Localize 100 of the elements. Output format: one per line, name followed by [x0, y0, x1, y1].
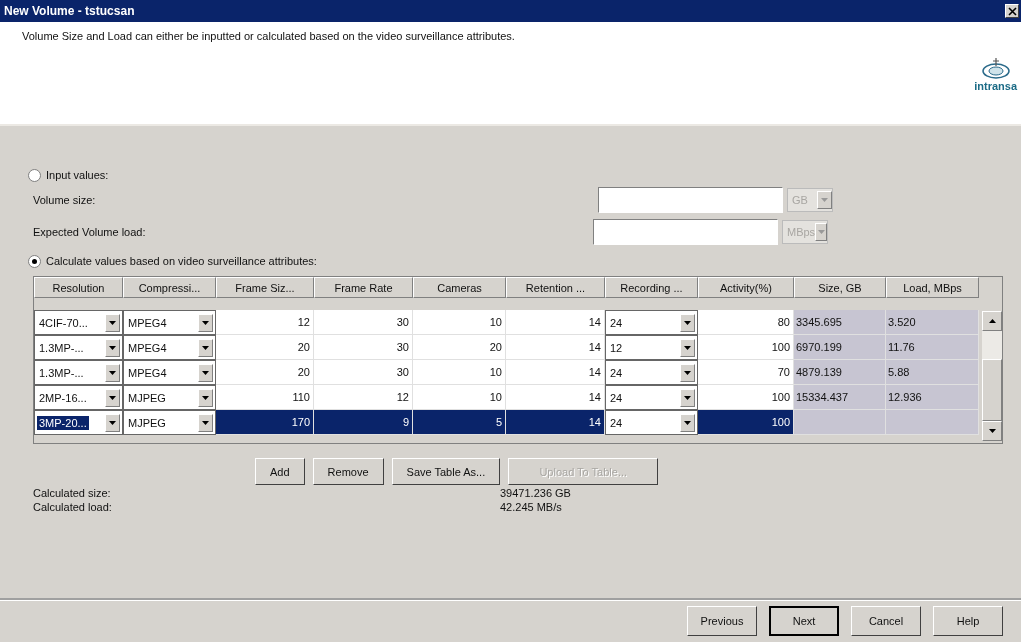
dropdown-arrow-icon — [202, 370, 209, 375]
dropdown-arrow-icon — [202, 345, 209, 350]
radio-button[interactable] — [28, 254, 41, 268]
cell-dropdown[interactable]: 1.3MP-... — [34, 360, 123, 385]
column-header[interactable]: Recording ... — [605, 277, 698, 298]
cell-dropdown[interactable]: MPEG4 — [123, 310, 216, 335]
scroll-thumb[interactable] — [982, 359, 1002, 421]
column-header[interactable]: Cameras — [413, 277, 506, 298]
field-label: Volume size: — [33, 194, 97, 206]
table-cell: 4879.139 — [794, 360, 886, 385]
radio-button[interactable] — [28, 168, 41, 182]
column-header[interactable]: Activity(%) — [698, 277, 794, 298]
input-field[interactable] — [598, 187, 783, 213]
dropdown-arrow-icon — [684, 395, 691, 400]
table-cell[interactable]: 14 — [506, 310, 605, 335]
cell-dropdown[interactable]: MPEG4 — [123, 360, 216, 385]
column-header[interactable]: Retention ... — [506, 277, 605, 298]
input-field[interactable] — [593, 219, 778, 245]
table-cell: 3345.695 — [794, 310, 886, 335]
table-cell[interactable]: 100 — [698, 385, 794, 410]
globe-logo-icon — [980, 56, 1011, 80]
column-header[interactable]: Frame Siz... — [216, 277, 314, 298]
dropdown-arrow-icon — [817, 230, 825, 234]
table-cell[interactable]: 12 — [314, 385, 413, 410]
cell-dropdown[interactable]: 24 — [605, 410, 698, 435]
cell-dropdown[interactable]: 4CIF-70... — [34, 310, 123, 335]
table-cell[interactable]: 100 — [698, 335, 794, 360]
nav-button[interactable]: Next — [769, 606, 839, 636]
column-header[interactable]: Load, MBps — [886, 277, 979, 298]
table-button[interactable]: Remove — [312, 458, 384, 485]
table-cell[interactable]: 14 — [506, 410, 605, 435]
table-cell[interactable]: 14 — [506, 335, 605, 360]
table-cell: 12.936 — [886, 385, 979, 410]
nav-button[interactable]: Help — [933, 606, 1003, 636]
dropdown-arrow-icon — [684, 370, 691, 375]
table-cell[interactable]: 80 — [698, 310, 794, 335]
table-cell: 3.520 — [886, 310, 979, 335]
column-header[interactable]: Compressi... — [123, 277, 216, 298]
dropdown-arrow-icon — [684, 345, 691, 350]
dropdown-arrow-icon — [109, 420, 116, 425]
column-header[interactable]: Frame Rate — [314, 277, 413, 298]
cell-dropdown[interactable]: 24 — [605, 310, 698, 335]
table-cell[interactable]: 20 — [413, 335, 506, 360]
table-cell[interactable]: 10 — [413, 310, 506, 335]
cell-dropdown[interactable]: MJPEG — [123, 385, 216, 410]
cell-dropdown[interactable]: MJPEG — [123, 410, 216, 435]
scroll-down-icon — [988, 429, 996, 433]
cell-dropdown[interactable]: 24 — [605, 385, 698, 410]
table-cell[interactable]: 20 — [216, 360, 314, 385]
radio-label: Calculate values based on video surveillance attributes: — [46, 255, 317, 267]
table-cell[interactable]: 10 — [413, 385, 506, 410]
cell-dropdown[interactable]: 12 — [605, 335, 698, 360]
scroll-up-icon — [988, 319, 996, 323]
dropdown-arrow-icon — [202, 320, 209, 325]
table-cell[interactable]: 70 — [698, 360, 794, 385]
table-cell: 11.76 — [886, 335, 979, 360]
table-cell[interactable]: 10 — [413, 360, 506, 385]
cell-dropdown[interactable]: 2MP-16... — [34, 385, 123, 410]
dropdown-arrow-icon — [821, 198, 828, 202]
cell-dropdown[interactable]: 1.3MP-... — [34, 335, 123, 360]
table-cell[interactable]: 110 — [216, 385, 314, 410]
close-icon — [1007, 6, 1017, 16]
table-button[interactable]: Add — [255, 458, 305, 485]
table-cell: 6970.199 — [794, 335, 886, 360]
logo-text: intransa — [974, 80, 1017, 92]
table-cell: 15334.437 — [794, 385, 886, 410]
cell-dropdown[interactable]: 3MP-20... — [34, 410, 123, 435]
nav-button[interactable]: Cancel — [851, 606, 921, 636]
table-cell: 5.88 — [886, 360, 979, 385]
field-label: Expected Volume load: — [33, 226, 147, 238]
radio-label: Input values: — [46, 169, 109, 181]
window-title: New Volume - tstucsan — [4, 4, 135, 18]
dropdown-arrow-icon — [109, 395, 116, 400]
table-cell[interactable]: 14 — [506, 360, 605, 385]
column-header[interactable]: Size, GB — [794, 277, 886, 298]
cell-dropdown[interactable]: MPEG4 — [123, 335, 216, 360]
table-cell[interactable]: 170 — [216, 410, 314, 435]
dropdown-arrow-icon — [202, 420, 209, 425]
dropdown-arrow-icon — [202, 395, 209, 400]
table-cell[interactable]: 12 — [216, 310, 314, 335]
nav-button[interactable]: Previous — [687, 606, 757, 636]
table-cell[interactable]: 14 — [506, 385, 605, 410]
dropdown-arrow-icon — [109, 345, 116, 350]
table-cell[interactable]: 30 — [314, 360, 413, 385]
table-button[interactable]: Save Table As... — [391, 458, 501, 485]
table-cell[interactable]: 100 — [698, 410, 794, 435]
table-cell[interactable]: 30 — [314, 335, 413, 360]
summary-value: 42.245 MB/s — [500, 501, 562, 513]
column-header[interactable]: Resolution — [34, 277, 123, 298]
dropdown-arrow-icon — [109, 320, 116, 325]
summary-label: Calculated size: — [33, 487, 112, 499]
close-button[interactable] — [1005, 4, 1019, 18]
cell-dropdown[interactable]: 24 — [605, 360, 698, 385]
description-text: Volume Size and Load can either be inputted or calculated based on the video surveillance attributes. — [22, 30, 515, 44]
table-cell[interactable]: 20 — [216, 335, 314, 360]
table-cell[interactable]: 9 — [314, 410, 413, 435]
table-cell[interactable]: 30 — [314, 310, 413, 335]
dropdown-arrow-icon — [684, 320, 691, 325]
table-cell[interactable]: 5 — [413, 410, 506, 435]
summary-label: Calculated load: — [33, 501, 113, 513]
